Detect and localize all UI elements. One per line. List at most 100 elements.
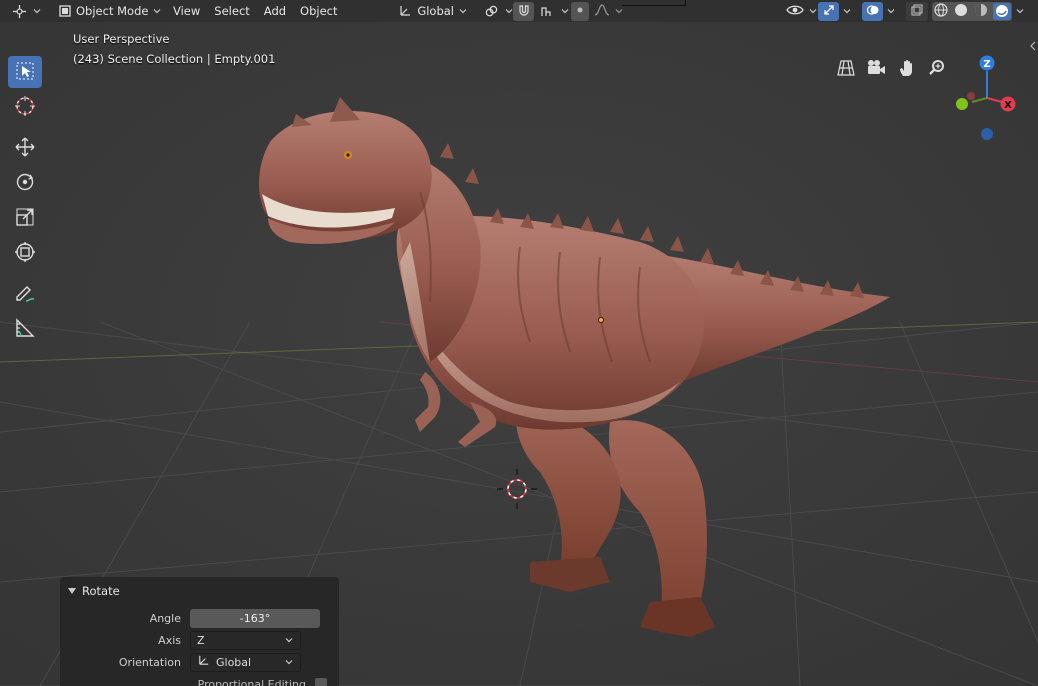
chevron-down-icon (886, 6, 896, 16)
chevron-down-icon (284, 635, 294, 645)
overlays-dropdown[interactable] (884, 1, 898, 21)
pencil-icon (14, 282, 36, 307)
orientation-axes-icon (396, 2, 413, 20)
transform-orientation-dropdown[interactable]: Global (392, 1, 472, 21)
gizmo-x-label: X (1004, 100, 1012, 111)
orientation-value-group: Global (197, 654, 251, 670)
scale-icon (14, 206, 36, 231)
viewport-header: Object Mode View Select Add Object Globa… (0, 0, 1038, 22)
collection-label: (243) Scene Collection | Empty.001 (73, 52, 276, 66)
perspective-label: User Perspective (73, 32, 170, 46)
chevron-down-icon (614, 6, 624, 16)
mode-label: Object Mode (76, 4, 149, 18)
axis-dropdown[interactable]: Z (190, 630, 301, 650)
cursor-tool[interactable] (8, 91, 42, 123)
gizmo-neg-x-ball (967, 92, 975, 100)
wireframe-shading-icon[interactable] (933, 2, 949, 21)
chevron-down-icon (458, 6, 468, 16)
gizmo-z-label: Z (983, 59, 990, 70)
chevron-down-icon (842, 6, 852, 16)
move-arrows-icon (14, 136, 36, 161)
camera-view-button[interactable] (864, 57, 888, 81)
xray-icon (910, 3, 924, 20)
angle-field[interactable]: -163° (190, 608, 320, 628)
cursor-arrow-icon (15, 61, 35, 84)
orientation-label: Global (417, 4, 454, 18)
proportional-row: Proportional Editing (60, 674, 339, 686)
mode-dropdown[interactable]: Object Mode (54, 1, 161, 21)
header-divider (622, 0, 686, 6)
xray-toggle[interactable] (906, 1, 928, 21)
editor-type-dropdown[interactable] (6, 1, 46, 21)
axis-label: Axis (158, 633, 181, 647)
orientation-value: Global (216, 655, 252, 669)
move-tool[interactable] (8, 132, 42, 164)
shading-dropdown[interactable] (1013, 1, 1027, 21)
gizmo-y-ball (956, 98, 968, 110)
axis-value: Z (197, 633, 205, 647)
proportional-label: Proportional Editing (197, 677, 306, 686)
snap-toggle[interactable] (513, 1, 534, 21)
gizmo-arrows-icon (822, 3, 836, 20)
orientation-dropdown[interactable]: Global (190, 652, 301, 672)
select-box-tool[interactable] (8, 56, 42, 88)
panel-title: Rotate (82, 584, 120, 598)
magnet-icon (517, 3, 531, 20)
gizmo-neg-z-ball (981, 128, 993, 140)
falloff-curve-icon (594, 3, 610, 20)
material-shading-icon[interactable] (973, 2, 989, 21)
rendered-shading-icon[interactable] (992, 2, 1011, 20)
gizmo-dropdown[interactable] (840, 1, 854, 21)
redo-last-panel: Rotate Angle -163° Axis Z Orientation Gl… (60, 577, 339, 686)
rotate-tool[interactable] (8, 167, 42, 199)
transform-tool[interactable] (8, 237, 42, 269)
overlays-toggle[interactable] (862, 1, 883, 21)
overlay-circles-icon (866, 3, 880, 20)
orientation-label: Orientation (118, 655, 181, 669)
ruler-icon (14, 317, 36, 342)
magnifier-icon (928, 59, 946, 80)
orientation-axes-icon (197, 654, 210, 670)
navigation-gizmo[interactable]: Z X (945, 52, 1025, 142)
rotate-icon (14, 171, 36, 196)
toggle-projection-button[interactable] (834, 57, 858, 81)
object-mode-icon (58, 2, 72, 20)
collapse-triangle-icon (68, 584, 76, 598)
origin-point (598, 316, 605, 323)
gizmo-toggle[interactable] (818, 1, 839, 21)
visibility-dropdown[interactable] (782, 1, 822, 21)
solid-shading-icon[interactable] (953, 2, 969, 21)
proportional-checkbox[interactable] (315, 678, 327, 686)
snap-increment-icon (538, 2, 556, 20)
measure-tool[interactable] (8, 313, 42, 345)
hand-icon (898, 59, 916, 80)
chevron-down-icon (284, 657, 294, 667)
chevron-down-icon (1015, 6, 1025, 16)
snap-target-dropdown[interactable] (534, 1, 574, 21)
transform-icon (14, 241, 36, 266)
panel-header[interactable]: Rotate (68, 584, 120, 598)
scale-tool[interactable] (8, 202, 42, 234)
pivot-point-dropdown[interactable] (478, 1, 518, 21)
angle-row: Angle -163° (60, 608, 339, 628)
menu-view[interactable]: View (169, 1, 204, 21)
tool-shelf (4, 56, 46, 348)
proportional-editing-toggle[interactable] (571, 1, 589, 21)
menu-object[interactable]: Object (296, 1, 341, 21)
menu-add[interactable]: Add (260, 1, 290, 21)
orientation-row: Orientation Global (60, 652, 339, 672)
chevron-down-icon (808, 6, 818, 16)
crosshair-cursor-icon (14, 95, 36, 120)
chevron-down-icon (560, 6, 570, 16)
axis-row: Axis Z (60, 630, 339, 650)
chevron-down-icon (32, 6, 42, 16)
pan-view-button[interactable] (895, 57, 919, 81)
menu-select[interactable]: Select (210, 1, 253, 21)
annotate-tool[interactable] (8, 278, 42, 310)
3d-viewport[interactable]: User Perspective (243) Scene Collection … (0, 22, 1038, 686)
camera-icon (866, 59, 886, 80)
angle-label: Angle (149, 611, 181, 625)
grid-perspective-icon (837, 59, 855, 80)
shading-mode-group (932, 1, 1012, 21)
sidebar-toggle[interactable] (1028, 36, 1038, 56)
